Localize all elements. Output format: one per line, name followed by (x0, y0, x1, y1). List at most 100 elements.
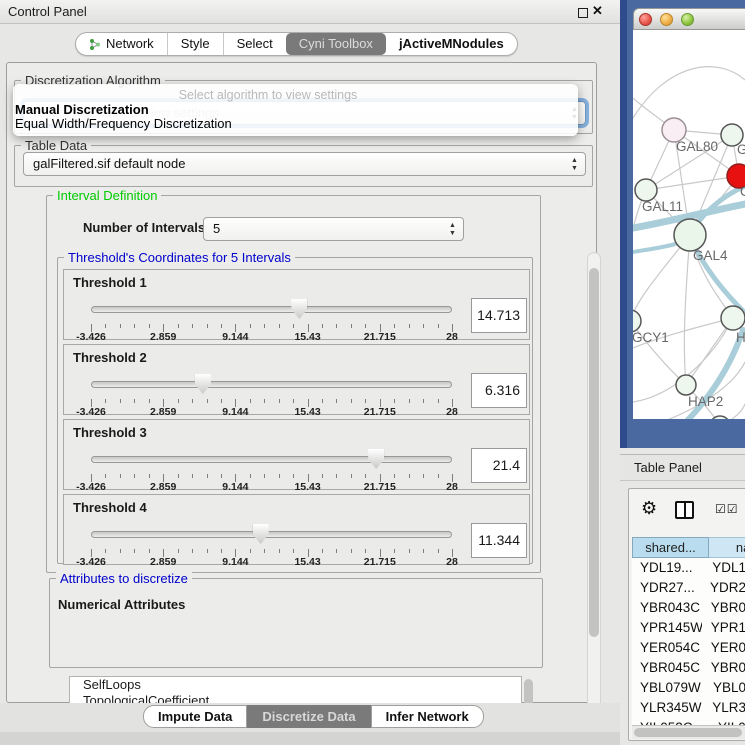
network-node-label: C (740, 184, 745, 199)
tab-network[interactable]: Network (76, 33, 167, 55)
tick-label: 2.859 (150, 406, 176, 418)
checkbox-checked-icons[interactable]: ☑☑ (715, 502, 739, 516)
cell-name: YDR2 (701, 578, 745, 598)
tick-mark (134, 399, 135, 403)
zoom-traffic-light-icon[interactable] (681, 13, 694, 26)
threshold-value-field[interactable]: 11.344 (471, 523, 527, 558)
tab-select[interactable]: Select (223, 33, 286, 55)
threshold-value-field[interactable]: 21.4 (471, 448, 527, 483)
slider-thumb[interactable] (195, 374, 211, 394)
network-node-hap2[interactable] (676, 375, 696, 395)
tick-label: 28 (446, 556, 458, 568)
numerical-attributes-label: Numerical Attributes (58, 597, 185, 612)
table-hscrollbar[interactable] (632, 725, 745, 739)
threshold-value-field[interactable]: 6.316 (471, 373, 527, 408)
tick-label: 28 (446, 331, 458, 343)
attribute-list-item[interactable]: SelfLoops (70, 677, 521, 693)
tick-mark (365, 324, 366, 328)
table-hscrollbar-thumb[interactable] (634, 728, 742, 737)
table-row[interactable]: YDR27...YDR2 (632, 578, 745, 598)
tick-mark (438, 549, 439, 553)
tick-label: 2.859 (150, 481, 176, 493)
node-table: ⚙ ☑☑ shared... na... YDL19...YDL1YDR27..… (628, 488, 745, 741)
tab-infer-network[interactable]: Infer Network (371, 705, 484, 728)
network-node-h[interactable] (721, 306, 745, 330)
slider-tick-labels: -3.4262.8599.14415.4321.71528 (91, 556, 452, 567)
tick-mark (134, 474, 135, 478)
table-rows[interactable]: YDL19...YDL1YDR27...YDR2YBR043CYBR0YPR14… (632, 558, 745, 739)
slider-track[interactable] (91, 381, 452, 388)
control-panel-tabs: Network StyleSelectCyni ToolboxjActiveMNo… (75, 32, 518, 56)
slider-track[interactable] (91, 306, 452, 313)
tick-mark (351, 549, 352, 553)
gear-icon[interactable]: ⚙ (641, 498, 657, 519)
panel-scrollbar[interactable] (587, 252, 601, 724)
table-row[interactable]: YBR045CYBR0 (632, 658, 745, 678)
tick-mark (351, 399, 352, 403)
network-view-canvas[interactable]: GAL80GACGAL11GAL4GCY1HHAP2 (633, 30, 745, 419)
tick-label: 2.859 (150, 331, 176, 343)
column-header-name[interactable]: na... (709, 537, 745, 558)
table-row[interactable]: YBR043CYBR0 (632, 598, 745, 618)
tick-mark (250, 324, 251, 328)
table-row[interactable]: YER054CYER0 (632, 638, 745, 658)
table-row[interactable]: YDL19...YDL1 (632, 558, 745, 578)
tick-mark (264, 549, 265, 553)
table-panel-titlebar: Table Panel (620, 454, 745, 481)
tab-discretize-data[interactable]: Discretize Data (247, 705, 370, 728)
spinner-stepper-icon[interactable]: ▲▼ (447, 219, 458, 239)
slider-thumb[interactable] (253, 524, 269, 544)
column-header-shared-name[interactable]: shared... (632, 537, 709, 558)
network-node-gcy1[interactable] (633, 310, 641, 332)
close-icon[interactable]: ✕ (592, 3, 603, 19)
float-window-icon[interactable] (578, 8, 588, 18)
tab-label: Network (106, 33, 154, 55)
tick-mark (221, 399, 222, 403)
split-divider (684, 503, 686, 517)
slider-thumb[interactable] (291, 299, 307, 319)
slider-track[interactable] (91, 531, 452, 538)
popup-item-equal-width-frequency[interactable]: Equal Width/Frequency Discretization (15, 116, 232, 131)
slider-track[interactable] (91, 456, 452, 463)
tick-mark (336, 474, 337, 478)
cell-shared-name: YBL079W (632, 678, 704, 698)
tab-impute-data[interactable]: Impute Data (143, 705, 247, 728)
table-row[interactable]: YBL079WYBL0 (632, 678, 745, 698)
tick-mark (293, 549, 294, 553)
tick-mark (134, 324, 135, 328)
network-node-gal11[interactable] (635, 179, 657, 201)
network-edge (684, 235, 690, 385)
tick-mark (279, 324, 280, 328)
tick-mark (178, 474, 179, 478)
popup-item-manual-discretization[interactable]: Manual Discretization (15, 102, 149, 117)
number-of-intervals-spinner[interactable]: 5 ▲▼ (203, 217, 464, 241)
close-traffic-light-icon[interactable] (639, 13, 652, 26)
combo-stepper-icon[interactable]: ▲▼ (569, 154, 580, 174)
tick-label: 2.859 (150, 556, 176, 568)
cell-name: YLR3 (703, 698, 745, 718)
tab-style[interactable]: Style (167, 33, 223, 55)
table-data-combobox[interactable]: galFiltered.sif default node ▲▼ (23, 152, 586, 176)
tick-mark (365, 474, 366, 478)
network-graph[interactable]: GAL80GACGAL11GAL4GCY1HHAP2 (633, 30, 745, 419)
tick-label: 9.144 (222, 331, 248, 343)
table-row[interactable]: YLR345WYLR3 (632, 698, 745, 718)
slider-thumb[interactable] (368, 449, 384, 469)
tick-mark (409, 474, 410, 478)
tick-label: 15.43 (294, 406, 320, 418)
slider-tick-labels: -3.4262.8599.14415.4321.71528 (91, 331, 452, 342)
panel-scrollbar-thumb[interactable] (589, 268, 599, 637)
network-icon (89, 38, 101, 51)
table-row[interactable]: YPR145WYPR1 (632, 618, 745, 638)
split-column-icon[interactable] (675, 501, 694, 519)
tick-mark (293, 474, 294, 478)
threshold-label: Threshold 3 (73, 425, 147, 440)
threshold-row: Threshold 2-3.4262.8599.14415.4321.71528… (63, 344, 530, 415)
tab-jactivemnodules[interactable]: jActiveMNodules (386, 33, 517, 55)
tab-cyni-toolbox[interactable]: Cyni Toolbox (286, 33, 386, 55)
tick-mark (322, 474, 323, 478)
minimize-traffic-light-icon[interactable] (660, 13, 673, 26)
threshold-row: Threshold 4-3.4262.8599.14415.4321.71528… (63, 494, 530, 565)
network-node-gal4[interactable] (674, 219, 706, 251)
threshold-value-field[interactable]: 14.713 (471, 298, 527, 333)
